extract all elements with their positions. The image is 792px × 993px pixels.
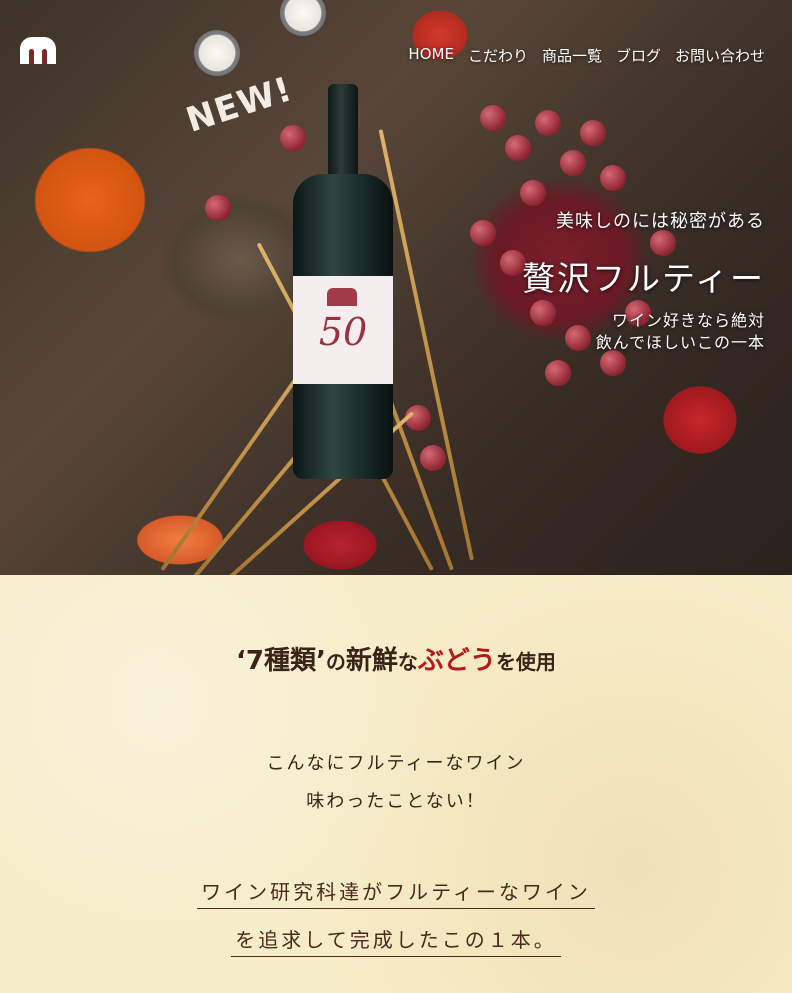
hero-subtitle-line2: 飲んでほしいこの一本 bbox=[595, 333, 765, 352]
intro-line2: 味わったことない！ bbox=[306, 791, 486, 812]
grape-image bbox=[560, 150, 586, 176]
grape-image bbox=[530, 300, 556, 326]
hero-tagline: 美味しのには秘密がある bbox=[556, 211, 765, 232]
section-heading: ‘7種類’の新鮮なぶどうを使用 bbox=[0, 640, 792, 677]
candle-image bbox=[280, 0, 326, 36]
wine-bottle-image: 50 bbox=[293, 84, 393, 479]
nav-item-contact[interactable]: お問い合わせ bbox=[675, 45, 765, 66]
heading-no: の bbox=[325, 650, 346, 674]
grape-image bbox=[580, 120, 606, 146]
heading-fresh: 新鮮 bbox=[345, 646, 398, 676]
grape-image bbox=[205, 195, 231, 221]
heading-na: な bbox=[397, 650, 418, 674]
heading-seven-types: ‘7種類’ bbox=[236, 646, 326, 676]
hero-subtitle: ワイン好きなら絶対 飲んでほしいこの一本 bbox=[596, 310, 765, 354]
main-nav: HOME こだわり 商品一覧 ブログ お問い合わせ bbox=[408, 45, 765, 66]
grape-image bbox=[470, 220, 496, 246]
intro-paragraph: こんなにフルティーなワイン 味わったことない！ bbox=[0, 745, 792, 821]
new-tag: NEW! bbox=[181, 69, 298, 141]
site-logo[interactable] bbox=[20, 37, 56, 64]
grape-image bbox=[480, 105, 506, 131]
heading-grapes: ぶどう bbox=[417, 646, 496, 676]
grape-image bbox=[565, 325, 591, 351]
heading-use: を使用 bbox=[495, 650, 556, 674]
hero-title: 贅沢フルティー bbox=[521, 259, 765, 298]
grape-image bbox=[505, 135, 531, 161]
nav-item-products[interactable]: 商品一覧 bbox=[542, 45, 602, 66]
grape-image bbox=[420, 445, 446, 471]
intro-line1: こんなにフルティーなワイン bbox=[266, 753, 526, 774]
research-line2-wrap: を追求して完成したこの１本。 bbox=[0, 924, 792, 957]
bottle-label: 50 bbox=[293, 276, 393, 384]
nav-item-home[interactable]: HOME bbox=[408, 45, 454, 66]
research-line2: を追求して完成したこの１本。 bbox=[231, 928, 561, 957]
grape-image bbox=[545, 360, 571, 386]
research-line1: ワイン研究科達がフルティーなワイン bbox=[197, 880, 595, 909]
candle-image bbox=[194, 30, 240, 76]
research-line1-wrap: ワイン研究科達がフルティーなワイン bbox=[0, 876, 792, 909]
nav-item-kodawari[interactable]: こだわり bbox=[468, 45, 528, 66]
grape-image bbox=[600, 165, 626, 191]
grape-image bbox=[520, 180, 546, 206]
hero-subtitle-line1: ワイン好きなら絶対 bbox=[611, 311, 765, 330]
bottle-logo-icon bbox=[327, 288, 357, 306]
nav-item-blog[interactable]: ブログ bbox=[616, 45, 661, 66]
grape-image bbox=[535, 110, 561, 136]
bottle-number: 50 bbox=[318, 310, 368, 354]
hero-banner: NEW! 50 HOME こだわり 商品一覧 ブログ お問い合わせ 美味しのには… bbox=[0, 0, 792, 575]
